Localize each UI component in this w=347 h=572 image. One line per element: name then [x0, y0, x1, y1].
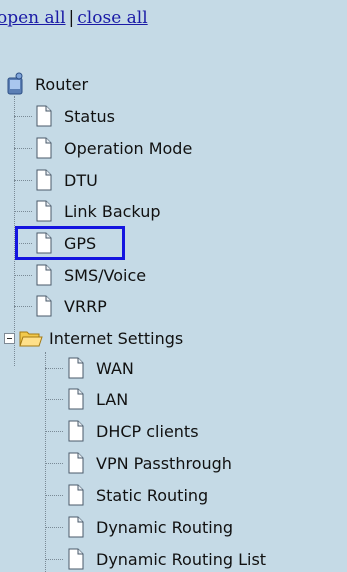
tree-item-wan[interactable]: WAN: [66, 355, 134, 381]
page-icon: [68, 357, 84, 379]
tree-folder-internet-settings[interactable]: Internet Settings: [4, 326, 183, 350]
tree-connector: [45, 352, 46, 572]
tree-item-label: VRRP: [64, 296, 107, 316]
tree-item-label: Dynamic Routing List: [96, 549, 267, 569]
tree-item-dhcp-clients[interactable]: DHCP clients: [66, 418, 199, 444]
tree-item-label: DTU: [64, 170, 98, 190]
tree-item-gps[interactable]: GPS: [15, 226, 125, 260]
tree-item-label: Status: [64, 106, 115, 126]
tree-item-label: GPS: [64, 233, 97, 253]
tree-connector: [45, 431, 63, 432]
computer-icon: [7, 72, 23, 95]
tree-item-sms-voice[interactable]: SMS/Voice: [34, 262, 146, 288]
collapse-toggle-icon[interactable]: [4, 332, 15, 344]
tree-connector: [45, 495, 63, 496]
tree-connector: [45, 463, 63, 464]
tree-item-dynamic-routing[interactable]: Dynamic Routing: [66, 514, 233, 540]
tree-item-vrrp[interactable]: VRRP: [34, 293, 107, 319]
page-icon: [36, 295, 52, 317]
tree-item-lan[interactable]: LAN: [66, 386, 128, 412]
tree-connector: [45, 527, 63, 528]
tree-item-dynamic-routing-list[interactable]: Dynamic Routing List: [66, 546, 266, 572]
page-icon: [68, 516, 84, 538]
page-icon: [36, 137, 52, 159]
tree-root-label: Router: [35, 74, 89, 94]
tree-item-label: LAN: [96, 389, 129, 409]
navigation-tree: Router Status Operation Mode DTU Link Ba…: [0, 0, 347, 572]
page-icon: [36, 169, 52, 191]
tree-item-label: WAN: [96, 358, 134, 378]
tree-root-router[interactable]: Router: [5, 71, 88, 97]
page-icon: [68, 484, 84, 506]
tree-item-vpn-passthrough[interactable]: VPN Passthrough: [66, 450, 232, 476]
folder-open-icon: [19, 331, 43, 347]
tree-item-operation-mode[interactable]: Operation Mode: [34, 135, 192, 161]
tree-item-label: SMS/Voice: [64, 265, 147, 285]
tree-item-label: Dynamic Routing: [96, 517, 233, 537]
tree-item-label: Operation Mode: [64, 138, 193, 158]
tree-connector: [45, 399, 63, 400]
page-icon: [68, 452, 84, 474]
page-icon: [36, 105, 52, 127]
tree-item-status[interactable]: Status: [34, 103, 115, 129]
tree-item-label: DHCP clients: [96, 421, 199, 441]
page-icon: [68, 548, 84, 570]
tree-connector: [14, 180, 32, 181]
tree-item-static-routing[interactable]: Static Routing: [66, 482, 208, 508]
tree-connector: [14, 148, 32, 149]
page-icon: [68, 388, 84, 410]
tree-connector: [14, 275, 32, 276]
tree-item-dtu[interactable]: DTU: [34, 167, 98, 193]
tree-connector: [45, 368, 63, 369]
tree-connector: [14, 211, 32, 212]
tree-item-label: VPN Passthrough: [96, 453, 232, 473]
page-icon: [36, 232, 52, 254]
tree-item-link-backup[interactable]: Link Backup: [34, 198, 161, 224]
tree-item-label: Static Routing: [96, 485, 209, 505]
tree-connector: [14, 306, 32, 307]
page-icon: [36, 264, 52, 286]
page-icon: [68, 420, 84, 442]
tree-folder-label: Internet Settings: [49, 328, 184, 348]
page-icon: [36, 200, 52, 222]
tree-connector: [45, 559, 63, 560]
tree-item-label: Link Backup: [64, 201, 161, 221]
tree-connector: [14, 116, 32, 117]
